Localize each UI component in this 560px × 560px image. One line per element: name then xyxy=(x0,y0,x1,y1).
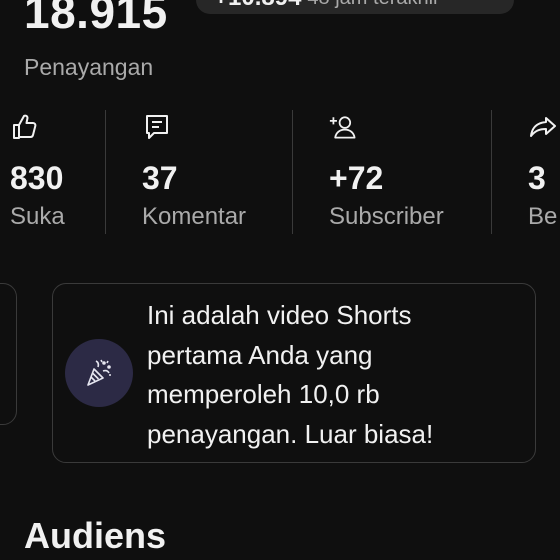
party-badge xyxy=(65,339,133,407)
stat-subscribers[interactable]: +72 Subscriber xyxy=(329,106,479,236)
share-icon xyxy=(530,117,556,137)
stat-comments-value: 37 xyxy=(142,160,178,196)
stats-row: 830 Suka 37 Komentar +72 Subscriber 3 Be xyxy=(0,106,560,236)
milestone-message: Ini adalah video Shorts pertama Anda yan… xyxy=(147,300,434,449)
comment-icon xyxy=(146,115,168,139)
stat-comments-label: Komentar xyxy=(142,203,247,230)
stat-likes-value: 830 xyxy=(10,160,64,196)
stat-shares-value: 3 xyxy=(528,160,546,196)
add-person-icon xyxy=(329,116,356,139)
stat-comments[interactable]: 37 Komentar xyxy=(142,106,282,236)
views-count: 18.915 xyxy=(24,0,168,38)
views-delta-period: 48 jam terakhir xyxy=(307,0,439,14)
previous-card[interactable] xyxy=(0,283,17,425)
stat-shares-label: Be xyxy=(528,203,558,230)
audience-section-title: Audiens xyxy=(24,515,167,556)
views-delta-pill: +10.894 48 jam terakhir xyxy=(196,0,514,14)
stats-divider xyxy=(292,110,293,234)
stat-subscribers-value: +72 xyxy=(329,160,384,196)
views-label: Penayangan xyxy=(24,54,154,80)
thumbs-up-icon xyxy=(13,114,37,139)
views-delta: +10.894 xyxy=(214,0,301,14)
stat-likes[interactable]: 830 Suka xyxy=(10,106,100,236)
stat-likes-label: Suka xyxy=(10,203,65,230)
stats-divider xyxy=(105,110,106,234)
stats-divider xyxy=(491,110,492,234)
stat-shares[interactable]: 3 Be xyxy=(528,106,560,236)
party-popper-icon xyxy=(87,359,111,386)
stat-subscribers-label: Subscriber xyxy=(329,203,444,230)
